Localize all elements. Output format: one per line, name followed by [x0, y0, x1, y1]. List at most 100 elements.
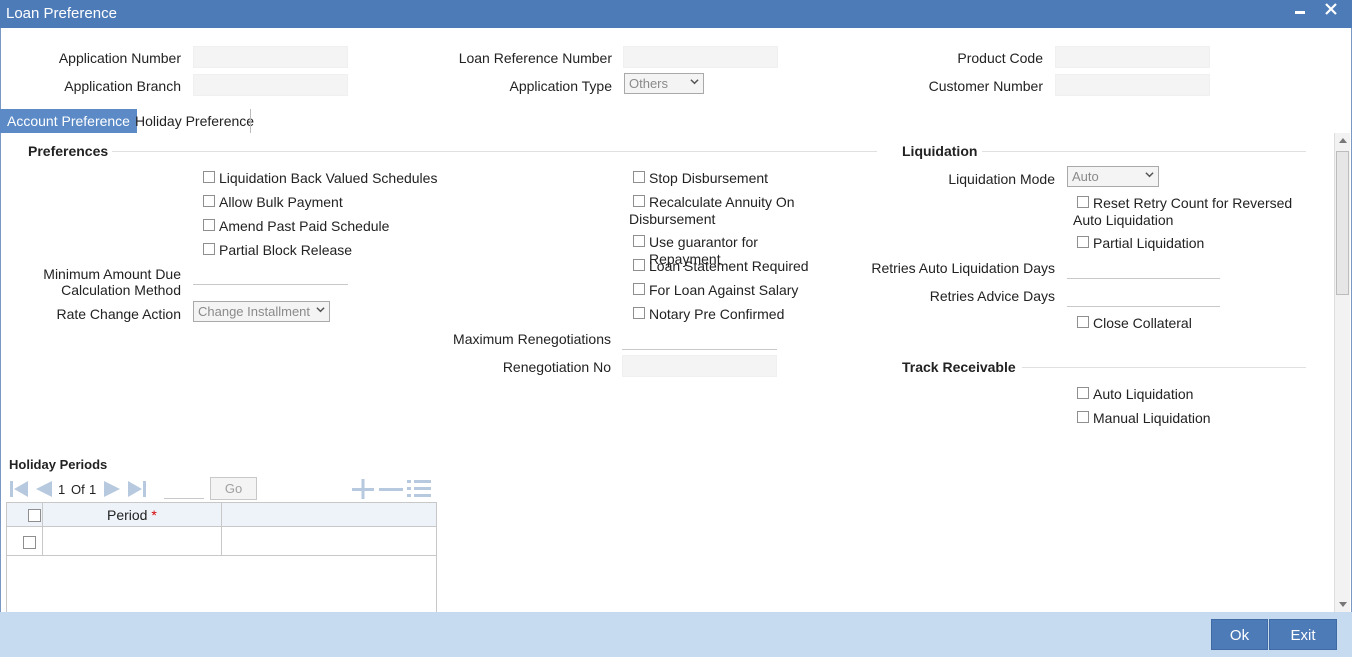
reset-retry-count-checkbox[interactable]: Reset Retry Count for Reversed Auto Liqu…: [1073, 195, 1318, 229]
minimize-icon[interactable]: [1294, 3, 1306, 22]
scroll-down-icon[interactable]: [1339, 602, 1347, 607]
checkbox-box: [1077, 411, 1089, 423]
application-type-select[interactable]: Others: [624, 73, 704, 94]
period-column-header: Period *: [107, 507, 157, 523]
rate-change-action-label: Rate Change Action: [56, 306, 181, 322]
retries-auto-liquidation-label: Retries Auto Liquidation Days: [871, 260, 1055, 276]
tab-account-preference[interactable]: Account Preference: [0, 109, 137, 133]
checkbox-label: Liquidation Back Valued Schedules: [219, 170, 438, 186]
application-branch-field[interactable]: [193, 74, 348, 96]
checkbox-label: Auto Liquidation: [1093, 386, 1194, 402]
renegotiation-no-field[interactable]: [622, 355, 777, 377]
last-page-icon[interactable]: [126, 479, 148, 502]
retries-auto-liquidation-field[interactable]: [1067, 257, 1220, 279]
loan-reference-number-field[interactable]: [623, 46, 778, 68]
min-amount-due-label: Minimum Amount Due Calculation Method: [43, 266, 181, 298]
page-total: 1: [89, 482, 97, 497]
allow-bulk-payment-checkbox[interactable]: Allow Bulk Payment: [203, 194, 443, 211]
previous-page-icon[interactable]: [32, 479, 54, 502]
next-page-icon[interactable]: [102, 479, 124, 502]
application-number-label: Application Number: [58, 50, 181, 66]
checkbox-label: Manual Liquidation: [1093, 410, 1211, 426]
close-collateral-checkbox[interactable]: Close Collateral: [1077, 315, 1277, 332]
partial-block-release-checkbox[interactable]: Partial Block Release: [203, 242, 443, 259]
exit-button[interactable]: Exit: [1269, 619, 1337, 650]
loan-against-salary-checkbox[interactable]: For Loan Against Salary: [633, 282, 833, 299]
scrollbar-thumb[interactable]: [1336, 151, 1349, 295]
checkbox-label: For Loan Against Salary: [649, 282, 799, 298]
product-code-label: Product Code: [957, 50, 1043, 66]
application-branch-label: Application Branch: [64, 78, 181, 94]
customer-number-field[interactable]: [1055, 74, 1210, 96]
row-select-checkbox[interactable]: [23, 536, 36, 549]
select-all-checkbox[interactable]: [28, 509, 41, 522]
checkbox-box: [633, 283, 645, 295]
retries-advice-days-label: Retries Advice Days: [929, 288, 1055, 304]
single-view-icon[interactable]: [406, 479, 432, 502]
checkbox-label: Loan Statement Required: [649, 258, 809, 274]
checkbox-box: [1077, 236, 1089, 248]
liquidation-mode-value: Auto: [1072, 169, 1099, 184]
holiday-periods-toolbar: 1 Of 1 Go: [6, 476, 438, 502]
go-button[interactable]: Go: [210, 477, 257, 500]
footer-bar: Ok Exit: [0, 612, 1352, 657]
vertical-scrollbar[interactable]: [1334, 133, 1350, 612]
checkbox-box: [633, 259, 645, 271]
amend-past-paid-schedule-checkbox[interactable]: Amend Past Paid Schedule: [203, 218, 443, 235]
window-title: Loan Preference: [6, 5, 117, 22]
checkbox-label: Partial Block Release: [219, 242, 353, 258]
checkbox-label: Recalculate Annuity On Disbursement: [629, 194, 795, 227]
delete-row-icon[interactable]: [378, 479, 404, 502]
application-type-label: Application Type: [509, 78, 612, 94]
rate-change-action-select[interactable]: Change Installment: [193, 301, 330, 322]
scroll-up-icon[interactable]: [1339, 138, 1347, 143]
first-page-icon[interactable]: [8, 479, 30, 502]
rate-change-action-value: Change Installment: [198, 304, 311, 319]
checkbox-label: Amend Past Paid Schedule: [219, 218, 390, 234]
checkbox-box: [203, 219, 215, 231]
required-mark: *: [151, 507, 157, 523]
page-number-input[interactable]: [164, 480, 204, 499]
preferences-section-title: Preferences: [28, 143, 109, 159]
checkbox-box: [1077, 196, 1089, 208]
partial-liquidation-checkbox[interactable]: Partial Liquidation: [1077, 235, 1277, 252]
grid-column-divider: [221, 503, 222, 555]
add-row-icon[interactable]: [350, 479, 376, 502]
liquidation-back-valued-checkbox[interactable]: Liquidation Back Valued Schedules: [203, 170, 443, 187]
tab-divider: [250, 109, 251, 133]
liquidation-mode-select[interactable]: Auto: [1067, 166, 1159, 187]
checkbox-box: [633, 171, 645, 183]
checkbox-box: [633, 235, 645, 247]
checkbox-box: [633, 195, 645, 207]
auto-liquidation-checkbox[interactable]: Auto Liquidation: [1077, 386, 1277, 403]
holiday-periods-title: Holiday Periods: [9, 457, 108, 472]
customer-number-label: Customer Number: [928, 78, 1043, 94]
checkbox-label: Reset Retry Count for Reversed Auto Liqu…: [1073, 195, 1293, 228]
checkbox-box: [1077, 387, 1089, 399]
loan-statement-required-checkbox[interactable]: Loan Statement Required: [633, 258, 833, 275]
close-icon[interactable]: [1324, 2, 1338, 21]
stop-disbursement-checkbox[interactable]: Stop Disbursement: [633, 170, 833, 187]
renegotiation-no-label: Renegotiation No: [502, 359, 611, 375]
loan-reference-number-label: Loan Reference Number: [458, 50, 612, 66]
chevron-down-icon: [690, 79, 699, 85]
max-renegotiations-field[interactable]: [622, 328, 777, 350]
checkbox-box: [633, 307, 645, 319]
application-type-value: Others: [629, 76, 669, 91]
tab-holiday-preference[interactable]: Holiday Preference: [128, 109, 261, 133]
checkbox-box: [1077, 316, 1089, 328]
ok-button[interactable]: Ok: [1211, 619, 1268, 650]
checkbox-box: [203, 243, 215, 255]
recalculate-annuity-checkbox[interactable]: Recalculate Annuity On Disbursement: [629, 194, 804, 228]
application-number-field[interactable]: [193, 46, 348, 68]
product-code-field[interactable]: [1055, 46, 1210, 68]
chevron-down-icon: [316, 307, 325, 313]
checkbox-label: Partial Liquidation: [1093, 235, 1205, 251]
liquidation-section-title: Liquidation: [902, 143, 978, 159]
checkbox-box: [203, 195, 215, 207]
notary-pre-confirmed-checkbox[interactable]: Notary Pre Confirmed: [633, 306, 833, 323]
manual-liquidation-checkbox[interactable]: Manual Liquidation: [1077, 410, 1277, 427]
liquidation-divider: [982, 151, 1306, 152]
min-amount-due-field[interactable]: [193, 263, 348, 285]
retries-advice-days-field[interactable]: [1067, 285, 1220, 307]
